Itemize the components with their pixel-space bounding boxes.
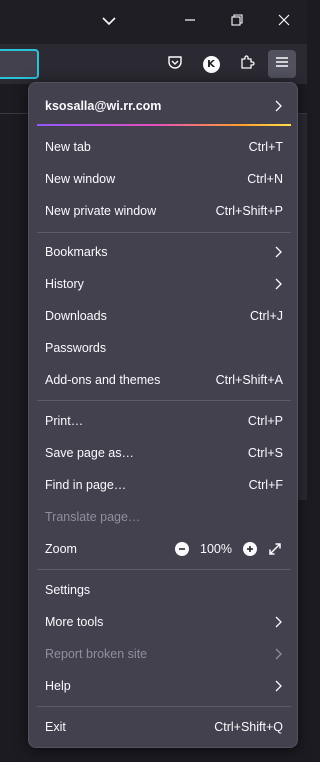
app-menu-panel: ksosalla@wi.rr.com New tab Ctrl+T New wi…	[28, 82, 298, 748]
restore-icon	[231, 13, 243, 31]
menu-item-label: New window	[45, 172, 116, 186]
page-sidebar-strip	[298, 114, 307, 500]
menu-item-translate-page: Translate page…	[37, 502, 291, 532]
shortcut-label: Ctrl+Shift+A	[215, 373, 283, 387]
minimize-button[interactable]	[175, 8, 205, 36]
menu-item-label: Print…	[45, 414, 84, 428]
shortcut-label: Ctrl+J	[250, 309, 283, 323]
plus-icon	[247, 546, 253, 552]
menu-separator	[37, 400, 291, 401]
chevron-right-icon	[273, 246, 283, 258]
title-bar	[0, 0, 307, 44]
fullscreen-button[interactable]	[267, 541, 283, 557]
navigation-toolbar: K	[0, 44, 307, 84]
menu-item-label: Save page as…	[45, 446, 134, 460]
menu-item-label: Report broken site	[45, 647, 148, 661]
chevron-right-icon	[273, 278, 283, 290]
minus-icon	[179, 548, 185, 550]
menu-item-history[interactable]: History	[37, 269, 291, 299]
url-bar[interactable]	[0, 49, 39, 79]
menu-item-print[interactable]: Print… Ctrl+P	[37, 406, 291, 436]
menu-item-label: Passwords	[45, 341, 107, 355]
menu-item-label: Add-ons and themes	[45, 373, 161, 387]
shortcut-label: Ctrl+Shift+P	[215, 204, 283, 218]
chevron-right-icon	[273, 680, 283, 692]
chevron-down-icon	[102, 13, 116, 31]
account-button[interactable]: K	[197, 50, 225, 78]
menu-item-new-tab[interactable]: New tab Ctrl+T	[37, 132, 291, 162]
shortcut-label: Ctrl+F	[248, 478, 283, 492]
shortcut-label: Ctrl+S	[247, 446, 283, 460]
menu-item-label: Help	[45, 679, 71, 693]
menu-item-report-broken-site: Report broken site	[37, 639, 291, 669]
menu-separator	[37, 569, 291, 570]
menu-item-new-window[interactable]: New window Ctrl+N	[37, 164, 291, 194]
menu-item-label: New tab	[45, 140, 91, 154]
menu-item-downloads[interactable]: Downloads Ctrl+J	[37, 301, 291, 331]
extensions-icon	[239, 54, 255, 75]
minimize-icon	[184, 13, 196, 31]
menu-item-more-tools[interactable]: More tools	[37, 607, 291, 637]
menu-item-label: Bookmarks	[45, 245, 108, 259]
shortcut-label: Ctrl+T	[248, 140, 283, 154]
account-item[interactable]: ksosalla@wi.rr.com	[37, 91, 291, 121]
zoom-controls: 100%	[175, 541, 283, 557]
zoom-in-button[interactable]	[243, 542, 257, 556]
pocket-icon	[167, 54, 183, 75]
account-avatar: K	[202, 55, 220, 73]
zoom-label: Zoom	[45, 542, 77, 556]
menu-separator	[37, 706, 291, 707]
list-all-tabs-button[interactable]	[94, 8, 124, 36]
account-email: ksosalla@wi.rr.com	[45, 99, 162, 113]
menu-item-addons-and-themes[interactable]: Add-ons and themes Ctrl+Shift+A	[37, 365, 291, 395]
fullscreen-icon	[269, 543, 281, 555]
shortcut-label: Ctrl+N	[247, 172, 283, 186]
app-menu-button[interactable]	[268, 50, 296, 78]
zoom-out-button[interactable]	[175, 542, 189, 556]
shortcut-label: Ctrl+Shift+Q	[214, 720, 283, 734]
menu-item-save-page-as[interactable]: Save page as… Ctrl+S	[37, 438, 291, 468]
hamburger-menu-icon	[275, 55, 289, 73]
restore-button[interactable]	[222, 8, 252, 36]
menu-item-find-in-page[interactable]: Find in page… Ctrl+F	[37, 470, 291, 500]
menu-item-label: Translate page…	[45, 510, 141, 524]
zoom-reset-button[interactable]: 100%	[195, 542, 237, 556]
menu-item-settings[interactable]: Settings	[37, 575, 291, 605]
menu-item-new-private-window[interactable]: New private window Ctrl+Shift+P	[37, 196, 291, 226]
menu-item-exit[interactable]: Exit Ctrl+Shift+Q	[37, 712, 291, 742]
menu-item-label: History	[45, 277, 84, 291]
chevron-right-icon	[273, 100, 283, 112]
menu-separator	[37, 232, 291, 233]
menu-item-label: Downloads	[45, 309, 107, 323]
extensions-button[interactable]	[233, 50, 261, 78]
menu-item-passwords[interactable]: Passwords	[37, 333, 291, 363]
menu-item-label: New private window	[45, 204, 157, 218]
shortcut-label: Ctrl+P	[247, 414, 283, 428]
zoom-row: Zoom 100%	[37, 534, 291, 564]
menu-item-label: Exit	[45, 720, 66, 734]
menu-item-label: Find in page…	[45, 478, 127, 492]
close-button[interactable]	[269, 8, 299, 36]
menu-item-help[interactable]: Help	[37, 671, 291, 701]
menu-item-bookmarks[interactable]: Bookmarks	[37, 237, 291, 267]
close-icon	[278, 13, 290, 31]
chevron-right-icon	[273, 616, 283, 628]
menu-item-label: More tools	[45, 615, 104, 629]
menu-item-label: Settings	[45, 583, 91, 597]
account-gradient-divider	[37, 124, 291, 126]
pocket-button[interactable]	[161, 50, 189, 78]
chevron-right-icon	[273, 648, 283, 660]
